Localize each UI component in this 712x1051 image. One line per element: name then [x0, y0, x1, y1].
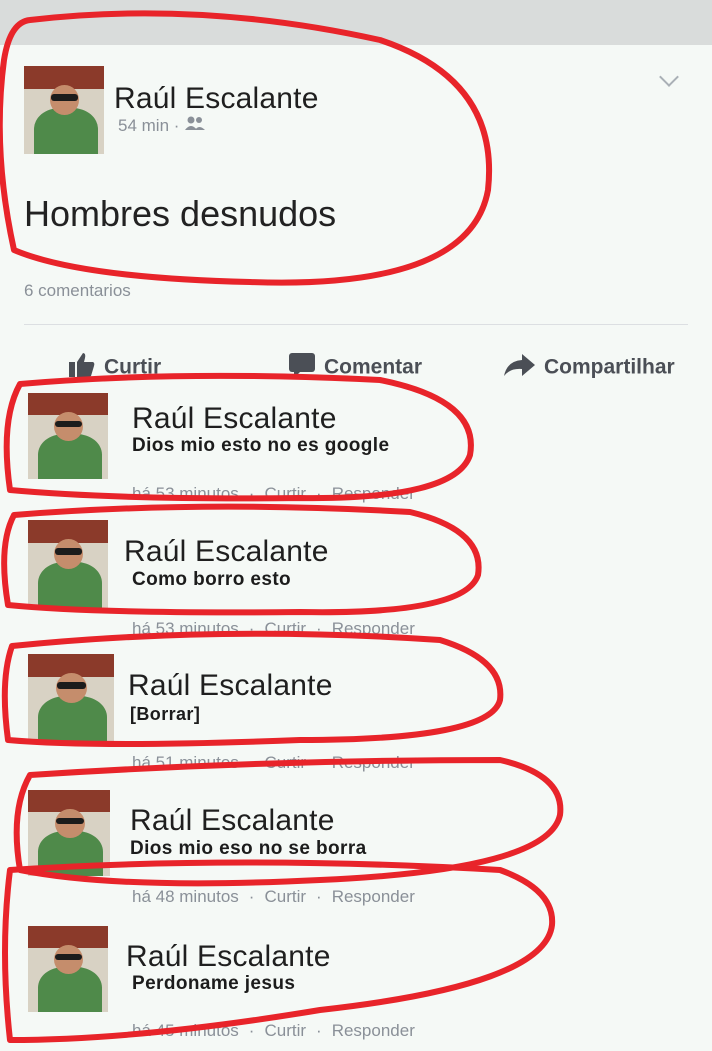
separator-dot: ·	[248, 887, 255, 906]
share-arrow-icon	[502, 352, 536, 384]
comment-text: Dios mio eso no se borra	[130, 838, 367, 859]
post-timestamp[interactable]: 54 min ·	[118, 115, 206, 136]
comment-time[interactable]: há 53 minutos	[132, 484, 239, 503]
comment-like-link[interactable]: Curtir	[264, 887, 306, 906]
comment-reply-link[interactable]: Responder	[332, 753, 415, 772]
comment-avatar[interactable]	[28, 393, 108, 479]
post-avatar[interactable]	[24, 66, 104, 154]
share-label: Compartilhar	[544, 355, 675, 379]
separator-dot: ·	[248, 484, 255, 503]
comment-author-name[interactable]: Raúl Escalante	[130, 804, 335, 838]
post-body-text: Hombres desnudos	[24, 193, 337, 234]
separator-dot: ·	[316, 753, 322, 772]
share-button[interactable]: Compartilhar	[502, 352, 675, 384]
comment-time[interactable]: há 45 minutos	[132, 1021, 239, 1040]
comment-avatar[interactable]	[28, 654, 114, 742]
comment-button[interactable]: Comentar	[288, 352, 422, 384]
comment-avatar[interactable]	[28, 520, 108, 608]
comment-meta: há 53 minutos · Curtir · Responder	[132, 484, 415, 504]
comment-time[interactable]: há 48 minutos	[132, 887, 239, 906]
divider	[24, 324, 688, 325]
separator-dot: ·	[173, 116, 185, 135]
separator-dot: ·	[248, 753, 255, 772]
comment-avatar[interactable]	[28, 790, 110, 876]
thumbs-up-icon	[68, 352, 96, 384]
comment-author-name[interactable]: Raúl Escalante	[132, 402, 337, 436]
comment-reply-link[interactable]: Responder	[332, 887, 415, 906]
comment-reply-link[interactable]: Responder	[332, 484, 415, 503]
separator-dot: ·	[316, 619, 322, 638]
comment-text: Dios mio esto no es google	[132, 435, 390, 456]
separator-dot: ·	[248, 619, 255, 638]
separator-dot: ·	[316, 484, 322, 503]
comment-reply-link[interactable]: Responder	[332, 619, 415, 638]
comment-reply-link[interactable]: Responder	[332, 1021, 415, 1040]
comment-text: Como borro esto	[132, 569, 292, 590]
comment-author-name[interactable]: Raúl Escalante	[124, 535, 329, 569]
comment-time[interactable]: há 51 minutos	[132, 753, 239, 772]
comment-text: [Borrar]	[130, 704, 201, 724]
like-button[interactable]: Curtir	[68, 352, 161, 384]
comment-text: Perdoname jesus	[132, 973, 296, 994]
separator-dot: ·	[316, 1021, 322, 1040]
post-time-text: 54 min	[118, 116, 170, 135]
comment-meta: há 51 minutos · Curtir · Responder	[132, 753, 415, 773]
comment-author-name[interactable]: Raúl Escalante	[126, 940, 331, 974]
separator-dot: ·	[316, 887, 322, 906]
separator-dot: ·	[248, 1021, 255, 1040]
status-strip	[0, 0, 712, 45]
comment-bubble-icon	[288, 352, 316, 384]
post-author-name[interactable]: Raúl Escalante	[114, 82, 319, 116]
comment-time[interactable]: há 53 minutos	[132, 619, 239, 638]
comment-like-link[interactable]: Curtir	[264, 619, 306, 638]
comment-avatar[interactable]	[28, 926, 108, 1012]
comment-meta: há 53 minutos · Curtir · Responder	[132, 619, 415, 639]
comment-label: Comentar	[324, 355, 423, 379]
comment-like-link[interactable]: Curtir	[264, 484, 306, 503]
friends-audience-icon	[184, 116, 206, 135]
comment-meta: há 45 minutos · Curtir · Responder	[132, 1021, 415, 1041]
comment-like-link[interactable]: Curtir	[264, 1021, 306, 1040]
comment-author-name[interactable]: Raúl Escalante	[128, 669, 333, 703]
comment-like-link[interactable]: Curtir	[264, 753, 306, 772]
comment-meta: há 48 minutos · Curtir · Responder	[132, 887, 415, 907]
comment-count[interactable]: 6 comentarios	[24, 281, 131, 301]
like-label: Curtir	[104, 355, 162, 379]
